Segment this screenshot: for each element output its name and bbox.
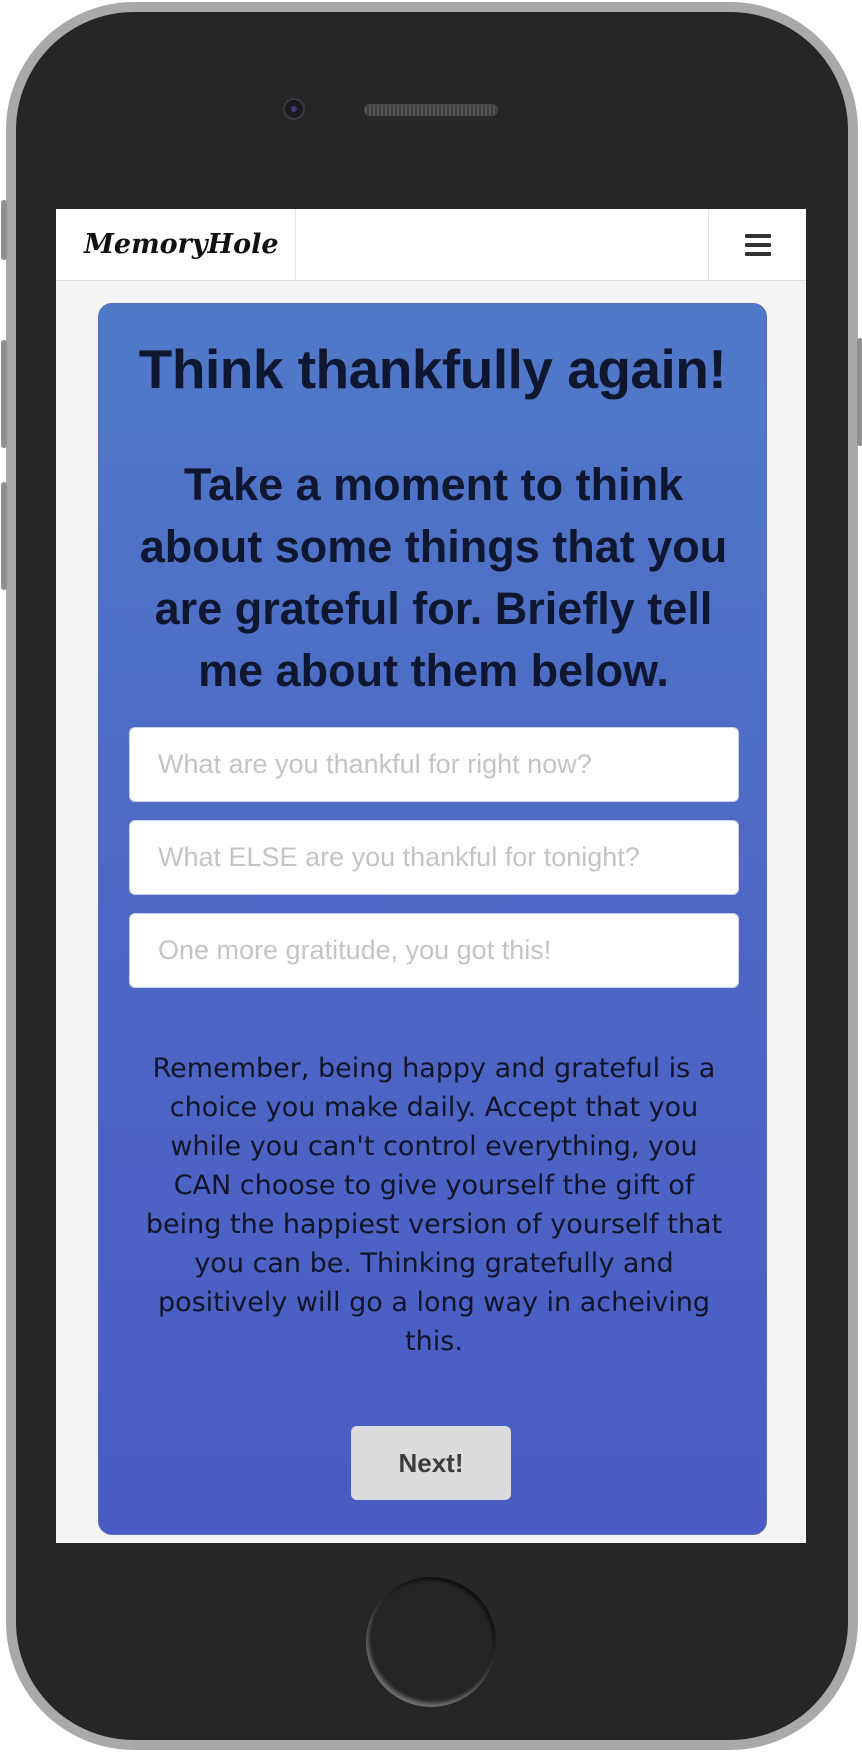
menu-bar: [744, 242, 771, 247]
menu-bar: [744, 251, 771, 256]
navbar: MemoryHole: [56, 209, 806, 281]
home-button[interactable]: [366, 1577, 496, 1707]
reminder-text: Remember, being happy and grateful is a …: [145, 1053, 723, 1357]
volume-up-button: [1, 340, 7, 448]
phone-screen: MemoryHole Think thankfully again! Take …: [56, 209, 806, 1543]
volume-down-button: [1, 482, 7, 590]
instructions-heading: Take a moment to think about some things…: [139, 459, 728, 696]
gratitude-input-2[interactable]: [129, 820, 739, 895]
brand-logo[interactable]: MemoryHole: [56, 209, 296, 280]
gratitude-card: Think thankfully again! Take a moment to…: [98, 303, 767, 1535]
hamburger-menu-icon[interactable]: [708, 209, 806, 280]
page-title: Think thankfully again!: [138, 338, 727, 400]
silent-switch: [1, 200, 7, 260]
gratitude-input-3[interactable]: [129, 913, 739, 988]
next-button[interactable]: Next!: [351, 1426, 511, 1500]
front-camera: [283, 98, 305, 120]
gratitude-input-1[interactable]: [129, 727, 739, 802]
menu-bar: [744, 233, 771, 238]
power-button: [857, 338, 862, 446]
earpiece-speaker: [364, 104, 498, 116]
